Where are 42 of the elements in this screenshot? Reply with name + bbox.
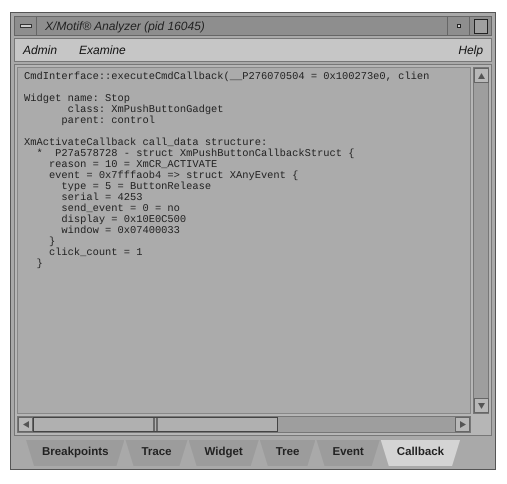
output-line: parent: control bbox=[60, 116, 156, 127]
maximize-button[interactable] bbox=[469, 17, 491, 35]
maximize-icon bbox=[474, 18, 488, 34]
output-line: reason = 10 = XmCR_ACTIVATE bbox=[48, 160, 218, 171]
output-line: send_event = 0 = no bbox=[60, 204, 181, 215]
tab[interactable]: Callback bbox=[380, 440, 460, 466]
window-menu-icon bbox=[20, 24, 32, 28]
output-line: } bbox=[35, 259, 44, 270]
output-line: Widget name: Stop bbox=[24, 94, 130, 105]
left-arrow-icon bbox=[22, 421, 28, 428]
scroll-thumb[interactable] bbox=[33, 417, 278, 432]
tab[interactable]: Breakpoints bbox=[26, 440, 124, 466]
output-line: class: XmPushButtonGadget bbox=[66, 105, 225, 116]
output-line: serial = 4253 bbox=[60, 193, 144, 204]
scroll-left-button[interactable] bbox=[18, 417, 33, 432]
horizontal-scrollbar[interactable] bbox=[17, 416, 471, 433]
menu-item[interactable]: Admin bbox=[23, 41, 58, 59]
scroll-down-button[interactable] bbox=[474, 398, 489, 413]
output-line: CmdInterface::executeCmdCallback(__P276070504 = 0x100273e0, clien bbox=[24, 72, 430, 83]
tab[interactable]: Widget bbox=[188, 440, 259, 466]
tab[interactable]: Tree bbox=[260, 440, 316, 466]
menu-item[interactable]: Help bbox=[458, 41, 483, 59]
tab[interactable]: Trace bbox=[125, 440, 188, 466]
output-line: window = 0x07400033 bbox=[60, 226, 181, 237]
scroll-right-button[interactable] bbox=[455, 417, 470, 432]
grip-icon bbox=[153, 418, 158, 431]
output-line: } bbox=[48, 237, 56, 248]
output-line: XmActivateCallback call_data structure: bbox=[24, 138, 268, 149]
output-line: type = 5 = ButtonRelease bbox=[60, 182, 212, 193]
down-arrow-icon bbox=[478, 402, 485, 408]
menu-item[interactable]: Examine bbox=[79, 41, 126, 59]
output-line: display = 0x10E0C500 bbox=[60, 215, 188, 226]
window-title: X/Motif® Analyzer (pid 16045) bbox=[44, 18, 206, 35]
output-line: * P27a578728 - struct XmPushButtonCallbackStruct { bbox=[35, 149, 356, 160]
tab[interactable]: Event bbox=[316, 440, 380, 466]
output-line: click_count = 1 bbox=[48, 248, 144, 259]
up-arrow-icon bbox=[478, 72, 485, 78]
right-arrow-icon bbox=[460, 421, 466, 428]
minimize-icon bbox=[456, 24, 460, 28]
output-line: event = 0x7fffaob4 => struct XAnyEvent { bbox=[48, 171, 300, 182]
vertical-scrollbar[interactable] bbox=[473, 67, 489, 414]
scroll-up-button[interactable] bbox=[474, 68, 489, 83]
